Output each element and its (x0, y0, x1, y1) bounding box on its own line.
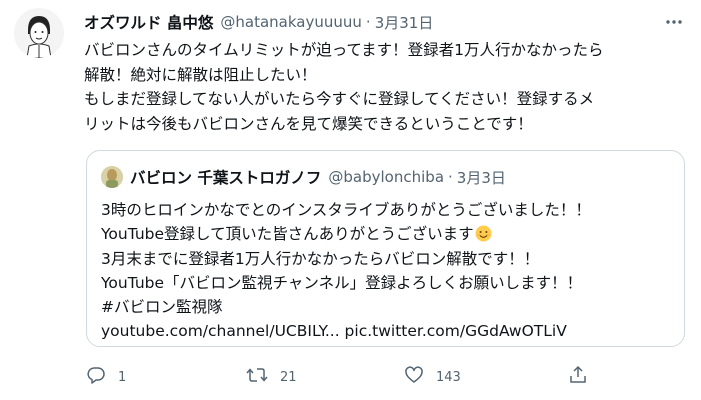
quoted-tweet[interactable]: バビロン 千葉ストロガノフ @babylonchiba · 3月3日 3時のヒロ… (86, 150, 685, 347)
quoted-author-avatar (101, 166, 123, 188)
tweet[interactable]: オズワルド 畠中悠 @hatanakayuuuuu · 3月31日 バビロンさん… (0, 0, 701, 400)
quoted-text-line: #バビロン監視隊 (101, 298, 223, 317)
more-options-icon[interactable] (662, 10, 686, 34)
retweet-button[interactable]: 21 (246, 364, 297, 390)
tweet-text: バビロンさんのタイムリミットが迫ってます！登録者1万人行かなかったら 解散！絶対… (84, 38, 696, 136)
tweet-actions: 1 21 143 (84, 364, 604, 390)
quoted-tweet-date: 3月3日 (456, 168, 506, 187)
author-avatar[interactable] (14, 8, 64, 58)
quoted-author-handle: @babylonchiba (328, 168, 445, 186)
tweet-text-line: リットは今後もバビロンさんを見て爆笑できるということです！ (84, 114, 533, 133)
quoted-text-line: 3月末までに登録者1万人行かなかったらバビロン解散です！！ (101, 249, 540, 268)
tweet-header: オズワルド 畠中悠 @hatanakayuuuuu · 3月31日 (84, 9, 433, 35)
retweet-icon (246, 365, 268, 389)
quoted-tweet-text: 3時のヒロインかなでとのインスタライブありがとうございました！！ YouTube… (101, 198, 676, 344)
tweet-text-line: もしまだ登録してない人がいたら今すぐに登録してください！登録するメ (84, 90, 595, 108)
quoted-text-line: youtube.com/channel/UCBILY... pic.twitte… (101, 322, 567, 341)
smiling-face-emoji-icon (475, 225, 492, 242)
tweet-date[interactable]: 3月31日 (375, 12, 434, 33)
quoted-text-line: YouTube登録して頂いた皆さんありがとうございます (101, 225, 474, 244)
header-separator: · (365, 13, 371, 31)
quoted-text-line: 3時のヒロインかなでとのインスタライブありがとうございました！！ (101, 201, 591, 219)
like-count: 143 (436, 369, 461, 385)
quoted-text-line-with-emoji: YouTube登録して頂いた皆さんありがとうございます (101, 222, 676, 246)
reply-button[interactable]: 1 (86, 364, 126, 390)
tweet-text-line: 解散！絶対に解散は阻止したい！ (84, 65, 317, 84)
author-handle[interactable]: @hatanakayuuuuu (220, 13, 362, 31)
quoted-tweet-header: バビロン 千葉ストロガノフ @babylonchiba · 3月3日 (101, 165, 506, 189)
reply-icon (86, 365, 106, 389)
retweet-count: 21 (280, 369, 297, 385)
like-button[interactable]: 143 (404, 364, 461, 390)
like-icon (404, 365, 424, 389)
quoted-header-separator: · (448, 168, 453, 186)
share-button[interactable] (568, 364, 588, 390)
author-name[interactable]: オズワルド 畠中悠 (84, 11, 213, 33)
reply-count: 1 (118, 369, 127, 385)
share-icon (568, 365, 588, 389)
tweet-text-line: バビロンさんのタイムリミットが迫ってます！登録者1万人行かなかったら (84, 41, 604, 59)
quoted-text-line: YouTube「バビロン監視チャンネル」登録よろしくお願いします！！ (101, 273, 583, 292)
quoted-author-name: バビロン 千葉ストロガノフ (130, 169, 322, 187)
